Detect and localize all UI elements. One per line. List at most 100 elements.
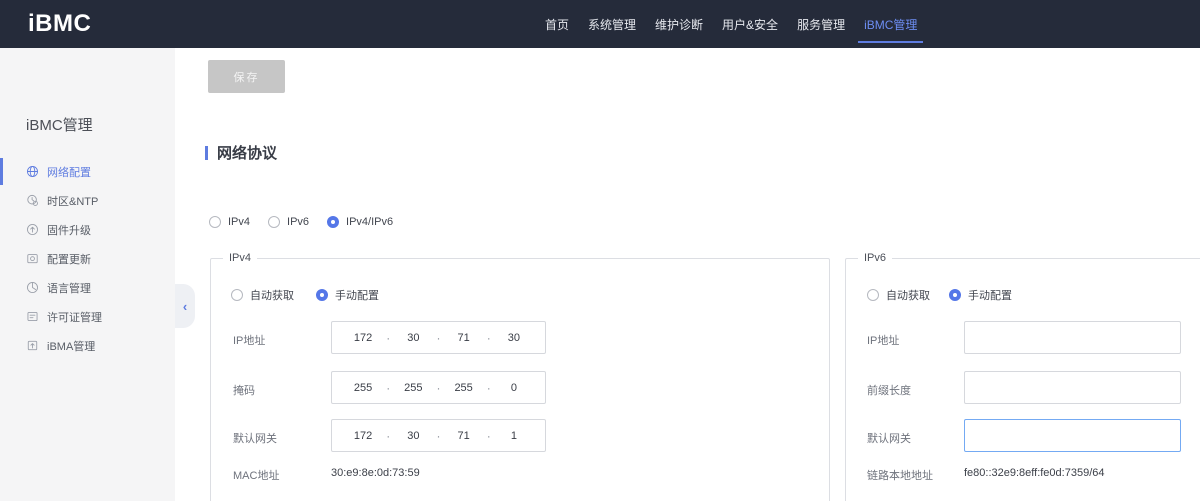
nav-item-home[interactable]: 首页 <box>545 0 569 48</box>
sidebar-item-label: 配置更新 <box>47 251 91 267</box>
ipv4-ip-address-segment-2[interactable]: 30 <box>402 332 424 344</box>
radio-icon <box>209 216 221 228</box>
top-nav: 首页 系统管理 维护诊断 用户&安全 服务管理 iBMC管理 <box>545 0 917 48</box>
radio-label: 手动配置 <box>335 287 379 303</box>
ipv4-ip-address-segment-4[interactable]: 30 <box>503 332 525 344</box>
radio-label: 手动配置 <box>968 287 1012 303</box>
ipv4-mode-radio-manual[interactable]: 手动配置 <box>316 287 379 303</box>
ip-separator: · <box>487 381 491 395</box>
sidebar-item-label: iBMA管理 <box>47 338 95 354</box>
save-button[interactable]: 保存 <box>208 60 285 93</box>
ipv4-ip-address-segment-3[interactable]: 71 <box>453 332 475 344</box>
nav-item-system-mgmt[interactable]: 系统管理 <box>588 0 636 48</box>
sidebar-item-ibma-mgmt[interactable]: iBMA管理 <box>0 331 175 360</box>
ipv4-default-gateway-input[interactable]: 172·30·71·1 <box>331 419 546 452</box>
ipv4-subnet-mask-segment-3[interactable]: 255 <box>453 382 475 394</box>
protocol-radio-ipv4-ipv6[interactable]: IPv4/IPv6 <box>327 216 393 228</box>
ipv4-subnet-mask-input[interactable]: 255 · 255 · 255 · 0 <box>331 371 546 404</box>
nav-item-ibmc-mgmt[interactable]: iBMC管理 <box>864 0 917 48</box>
ipv6-default-gateway-input[interactable] <box>964 419 1181 452</box>
nav-item-maintenance-diagnosis[interactable]: 维护诊断 <box>655 0 703 48</box>
ipv6-ip-address-input[interactable] <box>964 321 1181 354</box>
section-title-accent-bar <box>205 146 208 160</box>
config-update-icon <box>26 252 39 265</box>
radio-icon <box>316 289 328 301</box>
ipv4-mode-radio-auto[interactable]: 自动获取 <box>231 287 294 303</box>
ip-separator: · <box>487 331 491 345</box>
sidebar-item-label: 网络配置 <box>47 164 91 180</box>
sidebar-item-label: 许可证管理 <box>47 309 102 325</box>
radio-label: IPv4/IPv6 <box>346 216 393 228</box>
sidebar-collapse-button[interactable]: ‹ <box>175 284 195 328</box>
ipv6-prefix-length-input[interactable] <box>964 371 1181 404</box>
ipv4-default-gateway-segment-4[interactable]: 1 <box>503 430 525 442</box>
ipv4-mac-address-label: MAC地址 <box>233 467 279 483</box>
ipv4-ip-address-input[interactable]: 172·30·71·30 <box>331 321 546 354</box>
nav-item-service-mgmt[interactable]: 服务管理 <box>797 0 845 48</box>
sidebar-item-label: 时区&NTP <box>47 193 98 209</box>
ip-separator: · <box>436 381 440 395</box>
ibmc-management-page: iBMC 首页 系统管理 维护诊断 用户&安全 服务管理 iBMC管理 iBMC… <box>0 0 1200 501</box>
radio-icon <box>268 216 280 228</box>
sidebar-item-language-mgmt[interactable]: 语言管理 <box>0 273 175 302</box>
sidebar-item-timezone-ntp[interactable]: 时区&NTP <box>0 186 175 215</box>
sidebar-item-license-mgmt[interactable]: 许可证管理 <box>0 302 175 331</box>
nav-item-label: 首页 <box>545 16 569 33</box>
ibma-icon <box>26 339 39 352</box>
language-icon <box>26 281 39 294</box>
ipv6-prefix-length-label: 前缀长度 <box>867 382 911 398</box>
nav-item-label: 维护诊断 <box>655 16 703 33</box>
nav-item-label: 用户&安全 <box>722 16 778 33</box>
radio-label: 自动获取 <box>250 287 294 303</box>
firmware-upgrade-icon <box>26 223 39 236</box>
top-header-bar: iBMC 首页 系统管理 维护诊断 用户&安全 服务管理 iBMC管理 <box>0 0 1200 48</box>
ip-separator: · <box>386 429 390 443</box>
sidebar-item-label: 固件升级 <box>47 222 91 238</box>
ipv4-subnet-mask-segment-4[interactable]: 0 <box>503 382 525 394</box>
sidebar-item-firmware-upgrade[interactable]: 固件升级 <box>0 215 175 244</box>
ipv4-ip-address-segment-1[interactable]: 172 <box>352 332 374 344</box>
nav-item-label: 服务管理 <box>797 16 845 33</box>
ibmc-logo: iBMC <box>28 0 91 48</box>
timezone-clock-icon <box>26 194 39 207</box>
license-icon <box>26 310 39 323</box>
ipv6-mode-radio-group: 自动获取 手动配置 <box>867 287 1012 303</box>
ip-separator: · <box>386 381 390 395</box>
ipv4-default-gateway-segment-3[interactable]: 71 <box>453 430 475 442</box>
sidebar-item-network-config[interactable]: 网络配置 <box>0 157 175 186</box>
radio-label: 自动获取 <box>886 287 930 303</box>
ipv4-subnet-mask-label: 掩码 <box>233 382 255 398</box>
network-icon <box>26 165 39 178</box>
ipv6-default-gateway-label: 默认网关 <box>867 430 911 446</box>
sidebar-item-config-update[interactable]: 配置更新 <box>0 244 175 273</box>
ipv4-default-gateway-segment-1[interactable]: 172 <box>352 430 374 442</box>
protocol-radio-ipv6[interactable]: IPv6 <box>268 216 309 228</box>
ipv6-ip-address-label: IP地址 <box>867 332 899 348</box>
ip-separator: · <box>487 429 491 443</box>
nav-item-user-security[interactable]: 用户&安全 <box>722 0 778 48</box>
protocol-radio-group: IPv4 IPv6 IPv4/IPv6 <box>209 216 393 228</box>
radio-icon <box>949 289 961 301</box>
ipv6-mode-radio-auto[interactable]: 自动获取 <box>867 287 930 303</box>
sidebar-item-label: 语言管理 <box>47 280 91 296</box>
ipv4-default-gateway-segment-2[interactable]: 30 <box>402 430 424 442</box>
ipv4-default-gateway-label: 默认网关 <box>233 430 277 446</box>
ip-separator: · <box>386 331 390 345</box>
protocol-radio-ipv4[interactable]: IPv4 <box>209 216 250 228</box>
ipv4-subnet-mask-segment-2[interactable]: 255 <box>402 382 424 394</box>
radio-label: IPv6 <box>287 216 309 228</box>
nav-item-label: 系统管理 <box>588 16 636 33</box>
nav-item-label: iBMC管理 <box>864 16 917 33</box>
ipv6-panel-legend: IPv6 <box>858 252 892 264</box>
radio-icon <box>867 289 879 301</box>
ipv4-ip-address-label: IP地址 <box>233 332 265 348</box>
ipv6-link-local-address-label: 链路本地地址 <box>867 467 933 483</box>
ipv4-mac-address-value: 30:e9:8e:0d:73:59 <box>331 467 420 479</box>
chevron-left-icon: ‹ <box>183 299 187 314</box>
ipv6-link-local-address-value: fe80::32e9:8eff:fe0d:7359/64 <box>964 467 1104 479</box>
radio-icon <box>327 216 339 228</box>
ipv6-mode-radio-manual[interactable]: 手动配置 <box>949 287 1012 303</box>
sidebar-menu: 网络配置 时区&NTP 固件升级 配置更新 语言管理 许可证管理 <box>0 157 175 360</box>
ipv4-subnet-mask-segment-1[interactable]: 255 <box>352 382 374 394</box>
ipv4-panel: IPv4 自动获取 手动配置 IP地址172·30·71·30掩码255·255… <box>210 258 830 501</box>
